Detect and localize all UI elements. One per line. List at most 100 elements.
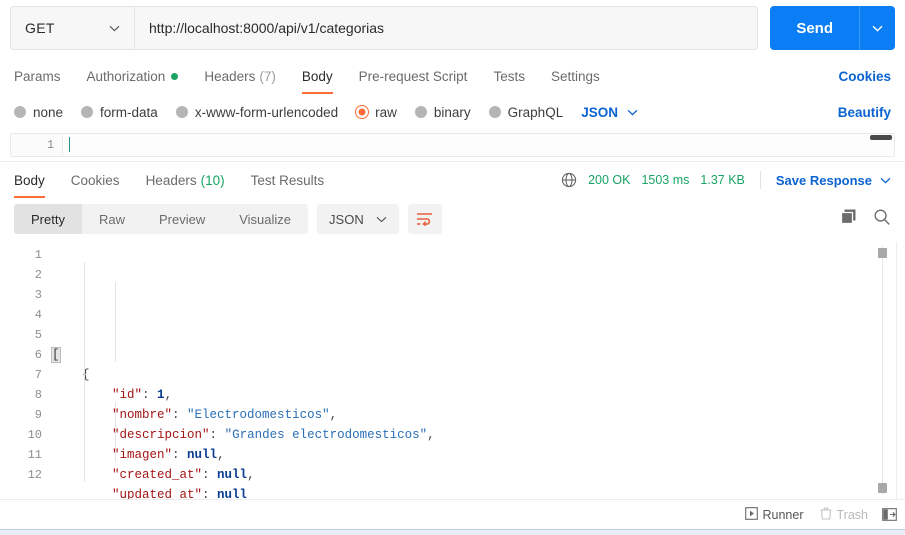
- panel-toggle-icon[interactable]: [882, 508, 897, 521]
- url-input[interactable]: http://localhost:8000/api/v1/categorias: [134, 6, 759, 50]
- beautify-link[interactable]: Beautify: [838, 105, 891, 120]
- raw-format-dropdown[interactable]: JSON: [581, 105, 638, 120]
- save-response-button[interactable]: Save Response: [776, 173, 891, 188]
- play-box-icon: [744, 506, 758, 523]
- status-bar: Runner Trash: [0, 499, 905, 529]
- tab-params[interactable]: Params: [14, 58, 61, 94]
- code-token: null: [217, 488, 248, 499]
- tab-label: Body: [301, 68, 333, 84]
- code-line: {: [52, 365, 905, 385]
- code-line: "descripcion": "Grandes electrodomestico…: [52, 425, 905, 445]
- body-type-graphql[interactable]: GraphQL: [488, 104, 564, 120]
- line-number: 1: [34, 248, 42, 262]
- indent-guide: [115, 402, 116, 462]
- view-mode-preview[interactable]: Preview: [142, 204, 222, 234]
- code-token: :: [172, 408, 188, 422]
- send-button[interactable]: Send: [770, 6, 859, 50]
- code-token: :: [202, 488, 218, 499]
- response-format-dropdown[interactable]: JSON: [317, 204, 399, 234]
- tab-settings[interactable]: Settings: [551, 58, 600, 94]
- copy-icon[interactable]: [840, 208, 857, 230]
- code-token: :: [209, 428, 225, 442]
- response-tab-cookies[interactable]: Cookies: [71, 162, 120, 198]
- code-token: ,: [427, 428, 435, 442]
- line-number: 4: [34, 308, 42, 322]
- send-options-chevron-down-icon[interactable]: [859, 6, 895, 50]
- body-type-label: raw: [375, 104, 397, 120]
- line-number: 2: [34, 268, 42, 282]
- response-tab-test-results[interactable]: Test Results: [251, 162, 325, 198]
- send-group: Send: [770, 6, 895, 50]
- tab-label: Pre-request Script: [358, 68, 468, 84]
- tab-authorization[interactable]: Authorization: [87, 58, 179, 94]
- view-mode-visualize[interactable]: Visualize: [222, 204, 308, 234]
- view-mode-raw[interactable]: Raw: [82, 204, 142, 234]
- http-method-label: GET: [25, 20, 55, 36]
- tab-pre-request-script[interactable]: Pre-request Script: [359, 58, 468, 94]
- radio-icon: [488, 106, 501, 118]
- body-type-label: none: [33, 104, 64, 120]
- response-status-group: 200 OK 1503 ms 1.37 KB Save Response: [561, 171, 891, 189]
- cookies-link[interactable]: Cookies: [838, 69, 891, 84]
- headers-count: (7): [259, 68, 276, 84]
- tab-tests[interactable]: Tests: [493, 58, 525, 94]
- body-type-binary[interactable]: binary: [414, 105, 471, 120]
- code-token: :: [202, 468, 218, 482]
- line-number: 6: [34, 348, 42, 362]
- search-icon[interactable]: [873, 208, 891, 231]
- response-body-viewer[interactable]: 1 2 3 4 5 6 7 8 9 10 11 12 [ { "id": 1, "nombre": "…: [0, 242, 905, 499]
- code-token: :: [142, 388, 158, 402]
- response-scrollbar-track[interactable]: [882, 246, 883, 495]
- line-number: 12: [27, 468, 42, 482]
- code-line: "imagen": null,: [52, 445, 905, 465]
- body-type-form-data[interactable]: form-data: [81, 105, 158, 120]
- word-wrap-icon[interactable]: [407, 204, 442, 234]
- tab-body[interactable]: Body: [301, 58, 333, 94]
- view-mode-pretty[interactable]: Pretty: [14, 204, 82, 234]
- code-token: "descripcion": [112, 428, 210, 442]
- response-tabs: Body Cookies Headers (10) Test Results 2…: [0, 162, 905, 198]
- radio-selected-icon: [356, 106, 369, 118]
- body-type-raw[interactable]: raw: [356, 105, 397, 120]
- line-number: 8: [34, 388, 42, 402]
- tab-label: Settings: [550, 68, 600, 84]
- globe-icon[interactable]: [561, 172, 577, 188]
- request-editor-content[interactable]: [63, 134, 894, 156]
- line-number: 10: [27, 428, 42, 442]
- body-type-x-www-form-urlencoded[interactable]: x-www-form-urlencoded: [175, 105, 338, 120]
- chevron-down-icon: [880, 177, 891, 184]
- response-action-icons: [840, 208, 891, 231]
- code-token: ,: [164, 388, 173, 402]
- tab-label: Headers: [145, 172, 197, 188]
- request-body-editor[interactable]: 1: [10, 133, 895, 157]
- response-tab-body[interactable]: Body: [14, 162, 45, 198]
- response-tab-headers[interactable]: Headers (10): [146, 162, 225, 198]
- response-format-label: JSON: [329, 211, 364, 227]
- line-number: 11: [27, 448, 42, 462]
- code-token: "id": [112, 388, 143, 402]
- code-token: "created_at": [112, 468, 203, 482]
- code-token: :: [172, 448, 188, 462]
- trash-button[interactable]: Trash: [820, 507, 868, 523]
- tab-headers[interactable]: Headers (7): [204, 58, 276, 94]
- response-body-code[interactable]: [ { "id": 1, "nombre": "Electrodomestico…: [51, 242, 905, 499]
- response-scrollbar-thumb[interactable]: [878, 248, 887, 258]
- http-method-dropdown[interactable]: GET: [10, 6, 134, 50]
- body-type-label: GraphQL: [507, 104, 564, 120]
- request-editor-scrollbar-thumb[interactable]: [870, 135, 892, 140]
- code-line: "id": 1,: [52, 385, 905, 405]
- divider: [896, 242, 897, 499]
- tab-label: Headers: [204, 68, 256, 84]
- url-text: http://localhost:8000/api/v1/categorias: [149, 20, 385, 36]
- code-line: "created_at": null,: [52, 465, 905, 485]
- runner-button[interactable]: Runner: [744, 506, 804, 523]
- body-type-none[interactable]: none: [14, 105, 63, 120]
- response-scrollbar-end-marker[interactable]: [878, 483, 887, 493]
- status-code: 200 OK: [588, 173, 631, 187]
- line-number: 7: [34, 368, 42, 382]
- chevron-down-icon: [627, 109, 638, 116]
- tab-label: Tests: [493, 68, 525, 84]
- bottom-accent-band: [0, 529, 905, 535]
- code-token: "updated_at": [112, 488, 203, 499]
- code-token: ,: [247, 468, 255, 482]
